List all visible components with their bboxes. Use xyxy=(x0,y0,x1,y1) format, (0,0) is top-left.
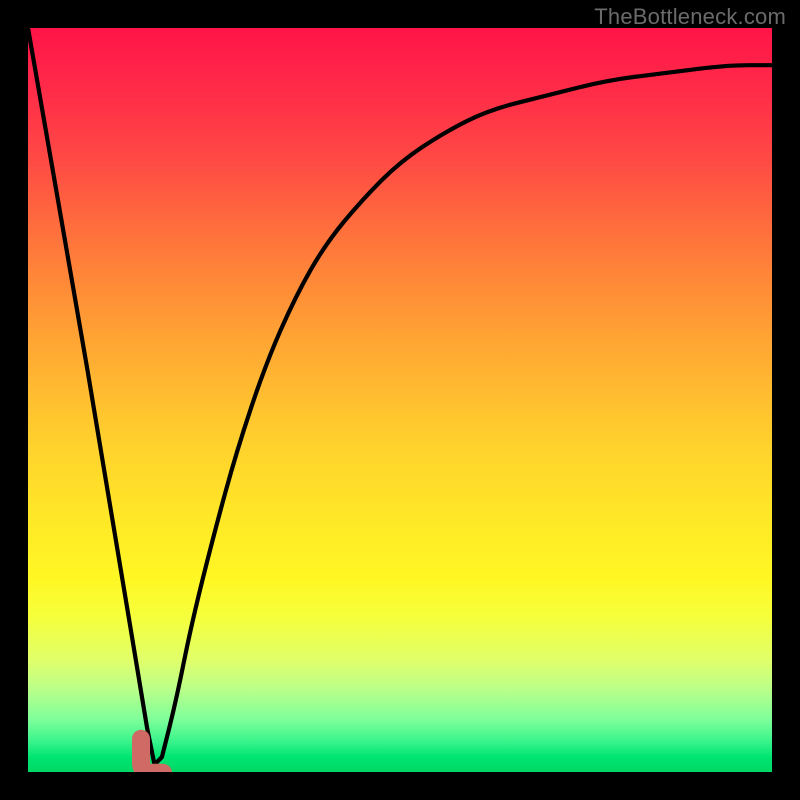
watermark-text: TheBottleneck.com xyxy=(594,4,786,30)
bottleneck-curve xyxy=(28,28,772,765)
chart-frame: TheBottleneck.com xyxy=(0,0,800,800)
plot-area xyxy=(28,28,772,772)
curve-layer xyxy=(28,28,772,772)
